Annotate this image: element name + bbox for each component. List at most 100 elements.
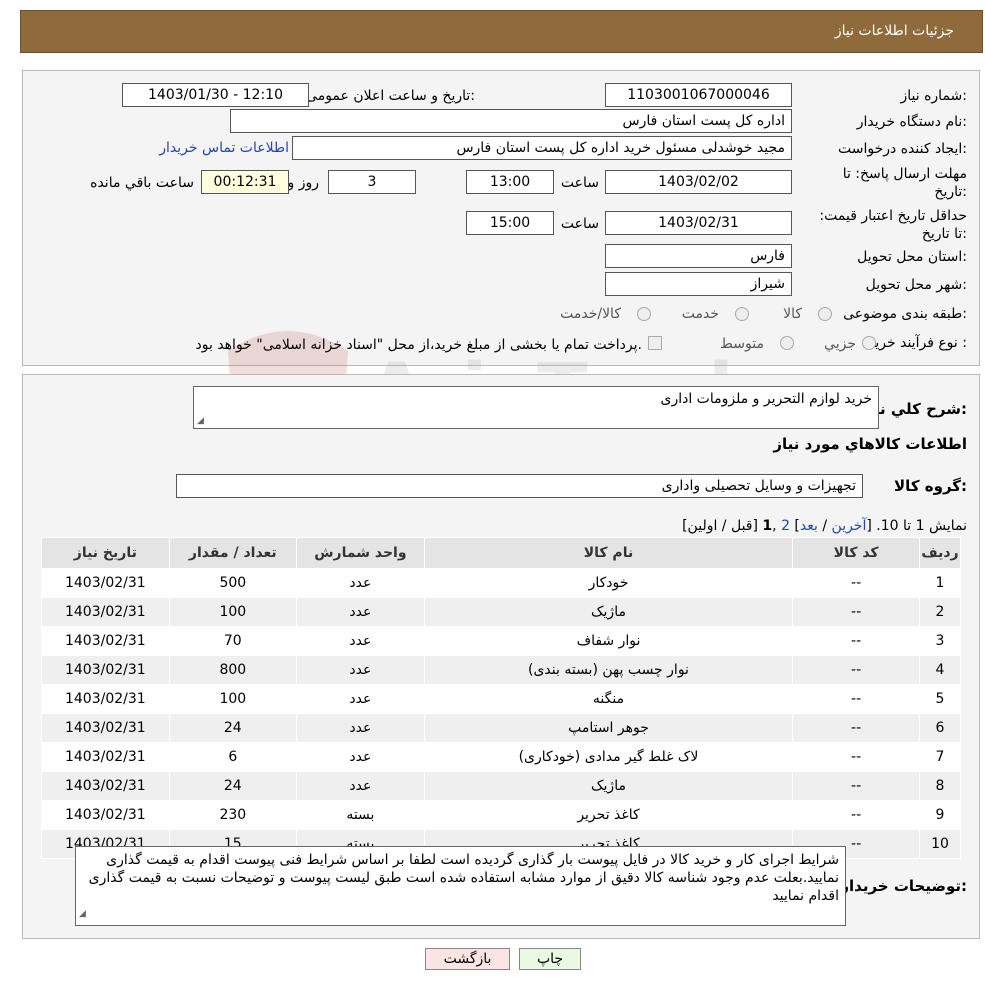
table-row: 2 -- ماژیک عدد 100 1403/02/31: [41, 597, 961, 627]
province-field: فارس: [605, 244, 792, 268]
process-option-minor: جزیي: [824, 336, 856, 352]
buyer-contact-link[interactable]: اطلاعات تماس خریدار: [159, 140, 289, 156]
process-option-medium: متوسط: [720, 336, 764, 352]
cell-row: 10: [919, 829, 961, 859]
validity-time-field: 15:00: [466, 211, 554, 235]
cell-qty: 70: [168, 626, 297, 656]
validity-label: حداقل تاریخ اعتبار قیمت: تا تاریخ:: [819, 208, 967, 242]
cell-unit: عدد: [295, 655, 425, 685]
col-name: نام کالا: [423, 537, 794, 569]
category-radio-service[interactable]: [735, 307, 749, 321]
cell-date: 1403/02/31: [41, 655, 170, 685]
cell-code: --: [792, 713, 921, 743]
cell-name: جوهر استامپ: [423, 713, 794, 743]
buyer-notes-text: شرایط اجرای کار و خرید کالا در فایل پیوس…: [88, 852, 839, 904]
table-header-row: ردیف کد کالا نام کالا واحد شمارش تعداد /…: [41, 537, 961, 569]
goods-info-title: اطلاعات کالاهاي مورد نیاز: [773, 435, 967, 453]
table-row: 4 -- نوار چسب پهن (بسته بندی) عدد 800 1403/02…: [41, 655, 961, 685]
buyer-org-field: اداره کل پست استان فارس: [230, 109, 792, 133]
cell-row: 3: [919, 626, 961, 656]
deadline-date-field: 1403/02/02: [605, 170, 792, 194]
pager-next-link[interactable]: بعد: [800, 518, 818, 534]
resize-grip-icon: ◢: [79, 909, 86, 919]
pager-prefix: نمایش 1 تا 10. [: [866, 518, 967, 534]
remaining-label: ساعت باقي مانده: [90, 175, 194, 191]
cell-date: 1403/02/31: [41, 771, 170, 801]
cell-date: 1403/02/31: [41, 684, 170, 714]
process-radio-medium[interactable]: [780, 336, 794, 350]
city-field: شیراز: [605, 272, 792, 296]
summary-text: خرید لوازم التحریر و ملزومات اداری: [660, 391, 872, 407]
creator-field: مجید خوشدلی مسئول خرید اداره کل پست استا…: [292, 136, 792, 160]
cell-unit: عدد: [295, 713, 425, 743]
cell-name: ماژیک: [423, 771, 794, 801]
cell-date: 1403/02/31: [41, 800, 170, 830]
cell-row: 7: [919, 742, 961, 772]
cell-row: 8: [919, 771, 961, 801]
back-button[interactable]: بازگشت: [425, 948, 510, 970]
days-field: 3: [328, 170, 416, 194]
cell-name: منگنه: [423, 684, 794, 714]
creator-label: ایجاد کننده درخواست:: [838, 141, 967, 157]
print-button[interactable]: چاپ: [519, 948, 581, 970]
cell-row: 9: [919, 800, 961, 830]
cell-unit: بسته: [295, 800, 425, 830]
table-row: 7 -- لاک غلط گیر مدادی (خودکاری) عدد 6 1403/0…: [41, 742, 961, 772]
pager-current-page: 1: [762, 518, 773, 534]
cell-unit: عدد: [295, 626, 425, 656]
process-label: نوع فرآیند خرید :: [868, 335, 967, 351]
cell-qty: 100: [168, 597, 297, 627]
pager-page-2[interactable]: 2: [781, 518, 790, 534]
cell-name: کاغذ تحریر: [423, 800, 794, 830]
remaining-time-field: 00:12:31: [201, 170, 289, 194]
cell-qty: 6: [168, 742, 297, 772]
cell-code: --: [792, 742, 921, 772]
buyer-notes-label: توضیحات خریدار:: [840, 877, 967, 895]
cell-qty: 800: [168, 655, 297, 685]
province-label: استان محل تحویل:: [857, 249, 967, 265]
page-header: جزئیات اطلاعات نیاز: [20, 10, 983, 53]
table-row: 3 -- نوار شفاف عدد 70 1403/02/31: [41, 626, 961, 656]
col-row: ردیف: [919, 537, 961, 569]
table-row: 8 -- ماژیک عدد 24 1403/02/31: [41, 771, 961, 801]
cell-code: --: [792, 800, 921, 830]
pager-bracket: ]: [789, 518, 800, 534]
category-label: طبقه بندی موضوعی:: [843, 306, 967, 322]
buyer-notes-textarea[interactable]: شرایط اجرای کار و خرید کالا در فایل پیوس…: [75, 846, 846, 926]
category-radio-goods[interactable]: [818, 307, 832, 321]
days-label: روز و: [287, 175, 320, 191]
cell-date: 1403/02/31: [41, 626, 170, 656]
cell-name: نوار شفاف: [423, 626, 794, 656]
pagination: نمایش 1 تا 10. [آخرین / بعد] 2 ,1 [قبل /…: [682, 518, 967, 534]
cell-code: --: [792, 771, 921, 801]
col-date: تاریخ نیاز: [41, 537, 170, 569]
category-radio-both[interactable]: [637, 307, 651, 321]
cell-qty: 100: [168, 684, 297, 714]
cell-row: 5: [919, 684, 961, 714]
process-radio-minor[interactable]: [862, 336, 876, 350]
cell-code: --: [792, 568, 921, 598]
goods-table: ردیف کد کالا نام کالا واحد شمارش تعداد /…: [41, 537, 961, 859]
cell-row: 4: [919, 655, 961, 685]
category-option-goods: کالا: [783, 306, 802, 322]
deadline-time-field: 13:00: [466, 170, 554, 194]
cell-unit: عدد: [295, 568, 425, 598]
page-title: جزئیات اطلاعات نیاز: [834, 23, 954, 39]
buyer-org-label: نام دستگاه خریدار:: [856, 114, 967, 130]
cell-date: 1403/02/31: [41, 568, 170, 598]
summary-textarea[interactable]: خرید لوازم التحریر و ملزومات اداری ◢: [193, 386, 879, 429]
table-row: 5 -- منگنه عدد 100 1403/02/31: [41, 684, 961, 714]
pager-separator: /: [817, 518, 832, 534]
pager-last-link[interactable]: آخرین: [832, 518, 867, 534]
cell-row: 2: [919, 597, 961, 627]
cell-unit: عدد: [295, 597, 425, 627]
cell-unit: عدد: [295, 742, 425, 772]
col-unit: واحد شمارش: [295, 537, 425, 569]
need-number-label: شماره نیاز:: [900, 88, 967, 104]
treasury-checkbox[interactable]: [648, 336, 662, 350]
cell-unit: عدد: [295, 684, 425, 714]
cell-qty: 24: [168, 713, 297, 743]
cell-name: ماژیک: [423, 597, 794, 627]
category-option-service: خدمت: [681, 306, 719, 322]
cell-name: خودکار: [423, 568, 794, 598]
